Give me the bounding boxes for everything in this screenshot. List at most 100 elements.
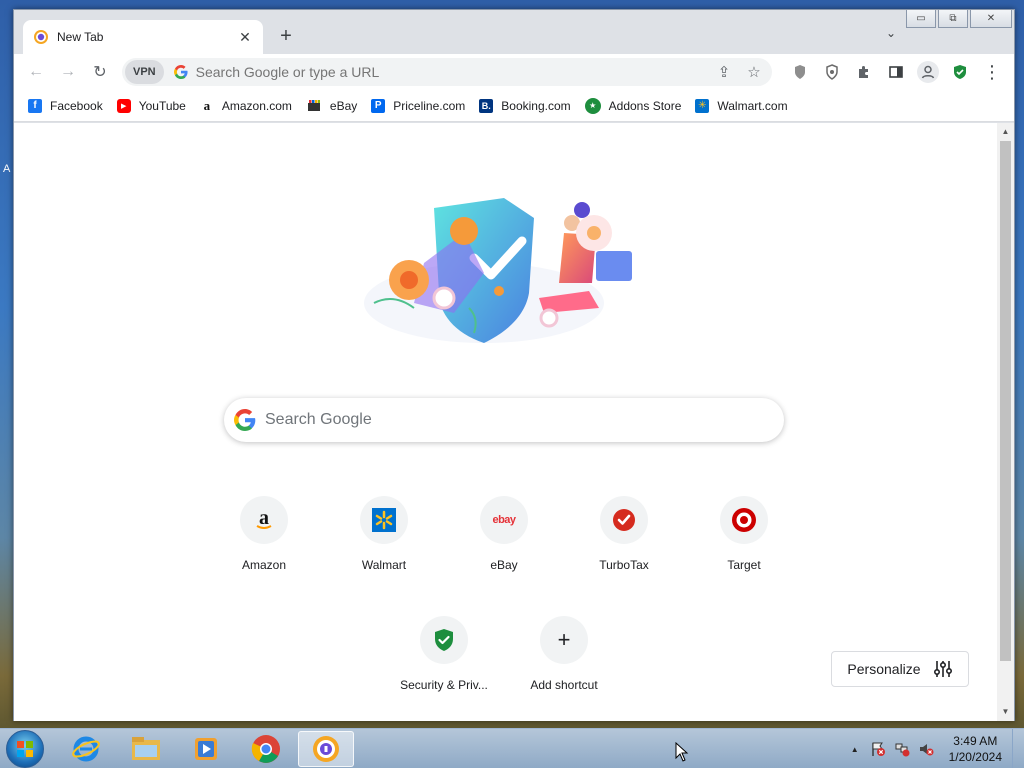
- shortcut-tile[interactable]: Target: [688, 496, 800, 572]
- personalize-label: Personalize: [847, 661, 921, 677]
- walmart-icon: [360, 496, 408, 544]
- svg-text:a: a: [259, 508, 269, 529]
- internet-explorer-icon[interactable]: [58, 731, 114, 767]
- addons-store-icon: ★: [584, 97, 601, 114]
- close-window-button[interactable]: ✕: [970, 10, 1012, 28]
- tab-search-icon[interactable]: ⌄: [886, 26, 896, 40]
- shield-check-icon: [420, 616, 468, 664]
- bookmark-label: YouTube: [138, 98, 186, 113]
- desktop-edge-label: A: [3, 163, 11, 175]
- personalize-button[interactable]: Personalize: [831, 651, 969, 687]
- bookmark-item[interactable]: ▶ YouTube: [116, 98, 186, 113]
- priceline-icon: P: [371, 98, 386, 113]
- privacy-shield-icon[interactable]: [816, 56, 848, 88]
- bookmark-item[interactable]: eBay: [306, 99, 357, 113]
- plus-icon: +: [540, 616, 588, 664]
- security-extension-icon[interactable]: [944, 56, 976, 88]
- file-explorer-icon[interactable]: [118, 731, 174, 767]
- omnibox-input[interactable]: [195, 64, 712, 80]
- side-panel-icon[interactable]: [880, 56, 912, 88]
- maximize-button[interactable]: ⧉: [938, 10, 968, 28]
- bookmark-label: Facebook: [50, 98, 103, 113]
- tab-strip: New Tab ✕ + ⌄ ▭ ⧉ ✕: [14, 10, 1014, 54]
- mouse-cursor-icon: [675, 742, 689, 762]
- bookmark-label: Priceline.com: [393, 98, 466, 113]
- booking-icon: B.: [479, 98, 494, 113]
- address-bar[interactable]: VPN ⇪ ☆: [122, 58, 772, 86]
- bookmark-label: eBay: [329, 98, 358, 113]
- bookmark-item[interactable]: B. Booking.com: [479, 98, 571, 113]
- extensions-puzzle-icon[interactable]: [848, 56, 880, 88]
- shortcut-tile[interactable]: Security & Priv...: [388, 616, 500, 692]
- bookmark-star-icon[interactable]: ☆: [742, 63, 766, 81]
- tab-title: New Tab: [57, 30, 104, 44]
- sliders-icon: [933, 661, 952, 677]
- bookmark-item[interactable]: a Amazon.com: [200, 98, 292, 113]
- scroll-up-arrow-icon[interactable]: ▲: [997, 125, 1014, 139]
- window-controls: ▭ ⧉ ✕: [906, 10, 1012, 28]
- browser-icon[interactable]: [298, 730, 354, 767]
- forward-icon[interactable]: →: [52, 56, 84, 88]
- network-icon[interactable]: [893, 740, 911, 758]
- shortcut-label: Security & Priv...: [400, 678, 488, 692]
- browser-window: New Tab ✕ + ⌄ ▭ ⧉ ✕ ← → ↻ VPN ⇪ ☆: [13, 9, 1015, 721]
- action-center-flag-icon[interactable]: [869, 740, 887, 758]
- search-box[interactable]: Search Google: [224, 398, 784, 442]
- vertical-scrollbar[interactable]: ▲ ▼: [997, 123, 1014, 721]
- extension-badge-icon[interactable]: [784, 56, 816, 88]
- add-shortcut-button[interactable]: + Add shortcut: [508, 616, 620, 692]
- tab-close-icon[interactable]: ✕: [237, 29, 253, 46]
- shortcut-label: Walmart: [361, 558, 407, 572]
- media-player-icon[interactable]: [178, 731, 234, 767]
- show-desktop-button[interactable]: [1012, 729, 1024, 768]
- shortcut-tile[interactable]: TurboTax: [568, 496, 680, 572]
- volume-muted-icon[interactable]: [917, 740, 935, 758]
- chrome-icon[interactable]: [238, 731, 294, 767]
- new-tab-page: Search Google a Amazon Walmart ebay eBay…: [14, 123, 997, 721]
- ebay-logo-text: ebay: [492, 514, 516, 526]
- shortcut-tile[interactable]: ebay eBay: [448, 496, 560, 572]
- system-clock[interactable]: 3:49 AM 1/20/2024: [949, 733, 1002, 765]
- bookmark-label: Amazon.com: [221, 98, 292, 113]
- new-tab-button[interactable]: +: [274, 24, 298, 48]
- bookmark-item[interactable]: P Priceline.com: [371, 98, 466, 113]
- taskbar: ▲ 3:49 AM 1/20/2024: [0, 728, 1024, 768]
- hero-illustration: [364, 198, 632, 343]
- shortcut-label: TurboTax: [599, 558, 649, 572]
- bookmark-label: Addons Store: [608, 98, 682, 113]
- bookmark-item[interactable]: ★ Addons Store: [584, 97, 682, 114]
- start-button[interactable]: [6, 729, 44, 768]
- target-icon: [720, 496, 768, 544]
- minimize-button[interactable]: ▭: [906, 10, 936, 28]
- browser-toolbar: ← → ↻ VPN ⇪ ☆: [14, 54, 1014, 90]
- share-icon[interactable]: ⇪: [712, 63, 736, 81]
- shortcut-label: eBay: [490, 558, 518, 572]
- profile-avatar-icon[interactable]: [912, 56, 944, 88]
- bookmark-item[interactable]: ✳ Walmart.com: [695, 98, 788, 113]
- show-hidden-icons-icon[interactable]: ▲: [851, 745, 859, 754]
- clock-time: 3:49 AM: [953, 734, 998, 748]
- shortcut-tile[interactable]: a Amazon: [208, 496, 320, 572]
- vpn-button[interactable]: VPN: [125, 60, 164, 84]
- extensions-area: ⋮: [784, 56, 1008, 88]
- bookmarks-bar: f Facebook ▶ YouTube a Amazon.com eBay P…: [14, 90, 1014, 122]
- facebook-icon: f: [28, 98, 42, 113]
- back-icon[interactable]: ←: [20, 56, 52, 88]
- reload-icon[interactable]: ↻: [84, 56, 116, 88]
- browser-favicon-icon: [34, 30, 48, 44]
- browser-menu-icon[interactable]: ⋮: [976, 56, 1008, 88]
- turbotax-icon: [600, 496, 648, 544]
- tab-new-tab[interactable]: New Tab ✕: [23, 20, 263, 54]
- search-placeholder: Search Google: [265, 411, 372, 428]
- bookmark-label: Walmart.com: [717, 98, 788, 113]
- bookmark-label: Booking.com: [501, 98, 571, 113]
- scroll-down-arrow-icon[interactable]: ▼: [997, 705, 1014, 719]
- shortcut-label: Amazon: [241, 558, 287, 572]
- clock-date: 1/20/2024: [948, 750, 1002, 764]
- bookmark-item[interactable]: f Facebook: [28, 98, 103, 113]
- shortcut-label: Target: [727, 558, 761, 572]
- ebay-icon: ebay: [480, 496, 528, 544]
- system-tray: ▲ 3:49 AM 1/20/2024: [851, 729, 1024, 768]
- scroll-thumb[interactable]: [1000, 141, 1011, 661]
- shortcut-tile[interactable]: Walmart: [328, 496, 440, 572]
